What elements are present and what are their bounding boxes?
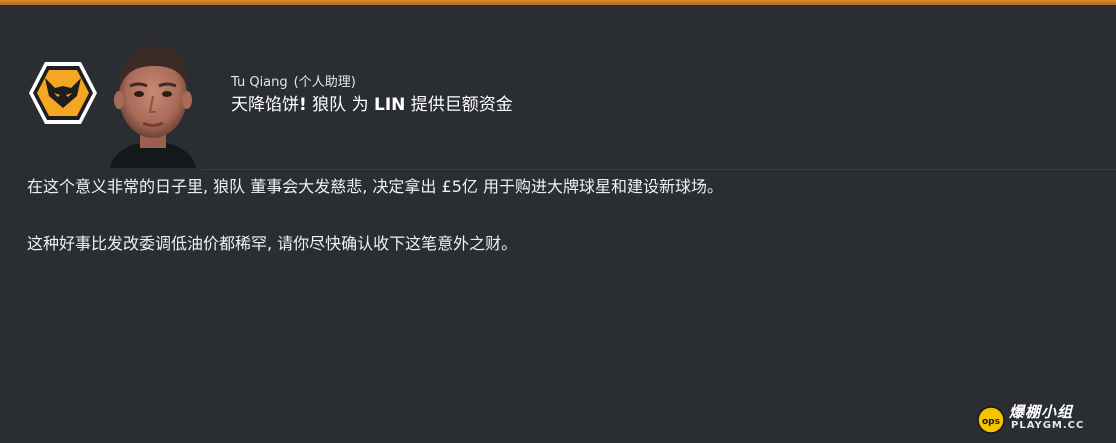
header-divider [202,169,1116,170]
subject-mid: 为 [351,95,369,115]
sender-line: Tu Qiang (个人助理) [231,71,356,90]
sender-portrait[interactable] [104,40,202,168]
watermark-en: PLAYGM.CC [1011,420,1085,431]
subject-prefix: 天降馅饼 [231,95,299,115]
club-badge-icon[interactable] [27,60,99,126]
subject-club[interactable]: 狼队 [312,95,346,115]
watermark-cn: 爆棚小组 [1009,403,1074,421]
sender-role: (个人助理) [293,75,356,90]
subject-target[interactable]: LIN [374,95,405,115]
sender-name[interactable]: Tu Qiang [231,75,288,90]
message-paragraph-2: 这种好事比发改委调低油价都稀罕, 请你尽快确认收下这笔意外之财。 [27,234,518,253]
message-subject: 天降馅饼! 狼队 为 LIN 提供巨额资金 [231,90,513,115]
subject-suffix: 提供巨额资金 [410,95,513,115]
watermark-logo-icon: ops [977,406,1005,434]
watermark-logo-text: ops [982,417,1000,427]
watermark: ops 爆棚小组 PLAYGM.CC [976,401,1106,435]
message-paragraph-1: 在这个意义非常的日子里, 狼队 董事会大发慈悲, 决定拿出 £5亿 用于购进大牌… [27,177,723,196]
subject-exclamation: ! [299,95,307,115]
